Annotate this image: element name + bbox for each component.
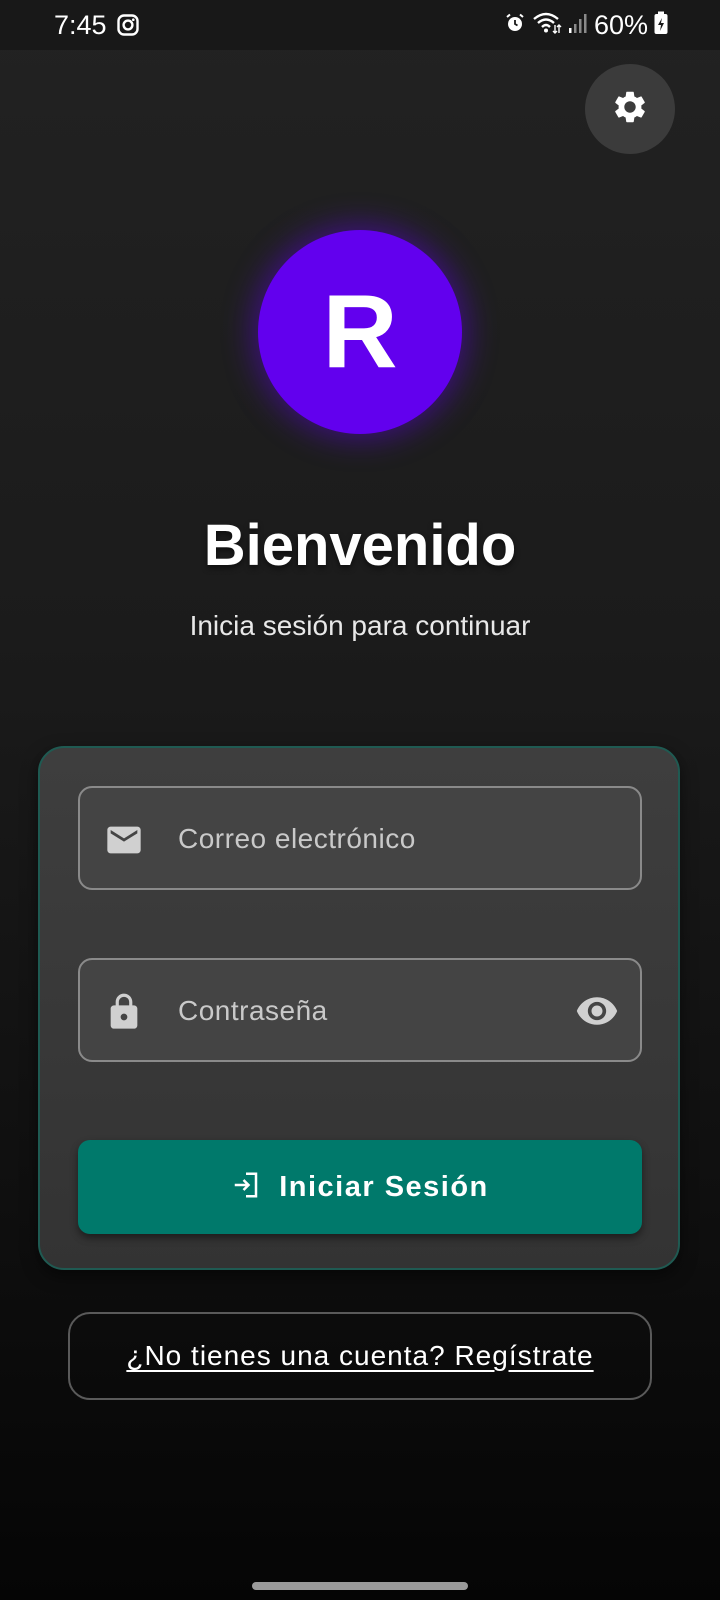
signal-icon — [568, 12, 588, 39]
battery-icon — [654, 11, 668, 40]
password-field[interactable] — [78, 958, 642, 1062]
eye-icon[interactable] — [574, 988, 620, 1034]
mail-icon — [104, 820, 144, 860]
password-input[interactable] — [176, 960, 560, 1062]
avatar: R — [258, 230, 462, 434]
email-field[interactable] — [78, 786, 642, 890]
instagram-icon — [117, 14, 139, 36]
login-icon — [231, 1170, 261, 1205]
status-time: 7:45 — [54, 10, 107, 40]
status-icons: 60% — [504, 9, 668, 40]
page-subtitle: Inicia sesión para continuar — [189, 610, 531, 641]
email-input[interactable] — [176, 788, 560, 890]
login-card: Iniciar Sesión — [38, 746, 680, 1270]
register-link[interactable]: ¿No tienes una cuenta? Regístrate — [126, 1340, 593, 1372]
wifi-icon — [532, 11, 562, 40]
battery-percent: 60% — [593, 9, 648, 40]
login-button[interactable]: Iniciar Sesión — [78, 1140, 642, 1234]
login-button-label: Iniciar Sesión — [279, 1170, 489, 1203]
lock-icon — [104, 992, 144, 1032]
settings-button[interactable] — [585, 64, 675, 154]
page-title: Bienvenido — [203, 513, 517, 578]
home-indicator[interactable] — [252, 1582, 468, 1590]
status-bar: 7:45 60% — [0, 0, 720, 50]
gear-icon — [611, 88, 649, 131]
alarm-icon — [504, 12, 526, 39]
register-button[interactable]: ¿No tienes una cuenta? Regístrate — [68, 1312, 652, 1400]
